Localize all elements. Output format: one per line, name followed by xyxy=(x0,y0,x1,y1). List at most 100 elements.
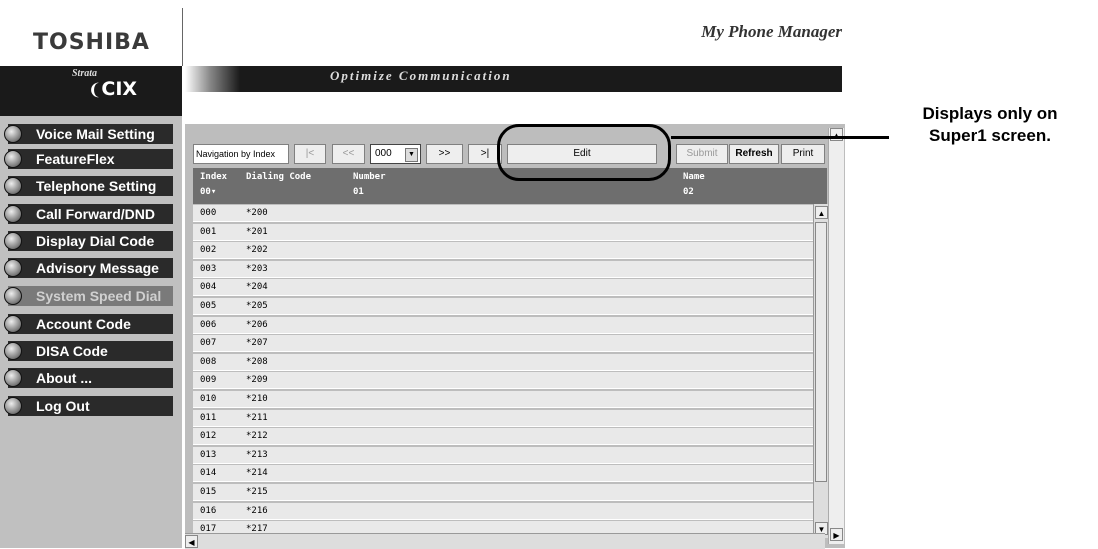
dialing-code-cell: *203 xyxy=(246,263,268,274)
callout-line-2: Super1 screen. xyxy=(929,126,1051,145)
index-cell: 003 xyxy=(200,263,217,274)
table-row[interactable]: 003 *203 xyxy=(193,260,813,278)
table-row[interactable]: 001 *201 xyxy=(193,223,813,241)
dialing-code-cell: *207 xyxy=(246,338,268,349)
dialing-code-cell: *213 xyxy=(246,449,268,460)
dialing-code-cell: *201 xyxy=(246,226,268,237)
sidebar-item-display-dial-code[interactable]: Display Dial Code xyxy=(4,231,173,251)
callout-leader-line xyxy=(671,136,889,139)
index-cell: 014 xyxy=(200,468,217,479)
table-row[interactable]: 006 *206 xyxy=(193,316,813,334)
scrollbar-thumb[interactable] xyxy=(815,222,827,482)
table-row[interactable]: 013 *213 xyxy=(193,446,813,464)
column-header-dialing-code: Dialing Code xyxy=(246,172,312,182)
index-cell: 006 xyxy=(200,319,217,330)
radio-bullet-icon xyxy=(4,259,22,277)
scroll-left-icon[interactable]: ◀ xyxy=(185,535,198,548)
sidebar-item-advisory-message[interactable]: Advisory Message xyxy=(4,258,173,278)
table-row[interactable]: 016 *216 xyxy=(193,502,813,520)
table-row[interactable]: 012 *212 xyxy=(193,428,813,446)
scroll-right-icon[interactable]: ▶ xyxy=(830,528,843,541)
sidebar-item-disa-code[interactable]: DISA Code xyxy=(4,341,173,361)
column-header-number-sub: 01 xyxy=(353,187,364,197)
tagline: Optimize Communication xyxy=(330,68,512,83)
sidebar-item-telephone-setting[interactable]: Telephone Setting xyxy=(4,176,173,196)
sidebar-item-featureflex[interactable]: FeatureFlex xyxy=(4,149,173,169)
table-vertical-scrollbar[interactable]: ▲ ▼ xyxy=(813,204,829,538)
radio-bullet-icon xyxy=(4,315,22,333)
table-row[interactable]: 002 *202 xyxy=(193,242,813,260)
table-row[interactable]: 015 *215 xyxy=(193,484,813,501)
index-cell: 001 xyxy=(200,226,217,237)
sidebar-item-about[interactable]: About ... xyxy=(4,368,173,388)
sidebar: Voice Mail Setting FeatureFlex Telephone… xyxy=(0,116,182,548)
index-cell: 012 xyxy=(200,431,217,442)
index-cell: 004 xyxy=(200,282,217,293)
sidebar-item-call-forward-dnd[interactable]: Call Forward/DND xyxy=(4,204,173,224)
page-vertical-scrollbar[interactable]: ▲ ▶ xyxy=(828,128,844,544)
table-row[interactable]: 010 *210 xyxy=(193,391,813,408)
sidebar-item-log-out[interactable]: Log Out xyxy=(4,396,173,416)
prev-page-button[interactable]: << xyxy=(332,144,365,164)
last-page-button[interactable]: >| xyxy=(468,144,502,164)
radio-bullet-icon xyxy=(4,177,22,195)
index-cell: 002 xyxy=(200,245,217,256)
edit-button[interactable]: Edit xyxy=(507,144,657,164)
radio-bullet-icon xyxy=(4,287,22,305)
column-header-index[interactable]: Index xyxy=(200,172,227,182)
cix-logo: ❨CIX xyxy=(88,78,138,100)
table-row[interactable]: 011 *211 xyxy=(193,409,813,427)
callout-line-1: Displays only on xyxy=(922,104,1058,123)
table-row[interactable]: 007 *207 xyxy=(193,335,813,353)
next-page-button[interactable]: >> xyxy=(426,144,463,164)
radio-bullet-icon xyxy=(4,342,22,360)
index-select[interactable]: 000 ▼ xyxy=(370,144,421,164)
header-divider xyxy=(182,8,183,66)
page-title: My Phone Manager xyxy=(701,22,842,41)
dialing-code-cell: *214 xyxy=(246,468,268,479)
dialing-code-cell: *211 xyxy=(246,412,268,423)
table-row[interactable]: 014 *214 xyxy=(193,465,813,483)
navigation-toolbar: Navigation by Index |< << 000 ▼ >> >| Ed… xyxy=(193,144,827,164)
index-cell: 015 xyxy=(200,487,217,497)
index-cell: 013 xyxy=(200,449,217,460)
sidebar-item-account-code[interactable]: Account Code xyxy=(4,314,173,334)
column-header-name-sub: 02 xyxy=(683,187,694,197)
dialing-code-cell: *202 xyxy=(246,245,268,256)
dialing-code-cell: *205 xyxy=(246,301,268,311)
index-cell: 007 xyxy=(200,338,217,349)
radio-bullet-icon xyxy=(4,205,22,223)
scroll-up-icon[interactable]: ▲ xyxy=(815,206,828,219)
index-cell: 010 xyxy=(200,394,217,404)
column-header-index-sort[interactable]: 00▾ xyxy=(200,187,216,197)
print-button[interactable]: Print xyxy=(781,144,825,164)
table-row[interactable]: 004 *204 xyxy=(193,279,813,297)
table-row[interactable]: 008 *208 xyxy=(193,353,813,371)
radio-bullet-icon xyxy=(4,125,22,143)
dialing-code-cell: *209 xyxy=(246,375,268,386)
submit-button[interactable]: Submit xyxy=(676,144,728,164)
sidebar-item-system-speed-dial[interactable]: System Speed Dial xyxy=(4,286,173,306)
table-body: 000 *200 001 *201 002 *202 003 *203 004 *204 005 *2… xyxy=(193,205,813,541)
dialing-code-cell: *216 xyxy=(246,505,268,516)
scroll-up-icon[interactable]: ▲ xyxy=(830,128,843,141)
dialing-code-cell: *204 xyxy=(246,282,268,293)
dialing-code-cell: *210 xyxy=(246,394,268,404)
callout-text: Displays only on Super1 screen. xyxy=(890,103,1090,147)
first-page-button[interactable]: |< xyxy=(294,144,326,164)
sidebar-item-voice-mail-setting[interactable]: Voice Mail Setting xyxy=(4,124,173,144)
index-cell: 005 xyxy=(200,301,217,311)
radio-bullet-icon xyxy=(4,369,22,387)
index-cell: 011 xyxy=(200,412,217,423)
table-row[interactable]: 000 *200 xyxy=(193,205,813,222)
table-row[interactable]: 009 *209 xyxy=(193,372,813,390)
chevron-down-icon: ▼ xyxy=(405,148,418,162)
dialing-code-cell: *200 xyxy=(246,208,268,218)
index-cell: 000 xyxy=(200,208,217,218)
refresh-button[interactable]: Refresh xyxy=(729,144,779,164)
toshiba-logo: TOSHIBA xyxy=(33,30,150,55)
dialing-code-cell: *206 xyxy=(246,319,268,330)
column-header-name: Name xyxy=(683,172,705,182)
table-row[interactable]: 005 *205 xyxy=(193,298,813,315)
table-horizontal-scrollbar[interactable]: ◀ xyxy=(185,533,825,549)
